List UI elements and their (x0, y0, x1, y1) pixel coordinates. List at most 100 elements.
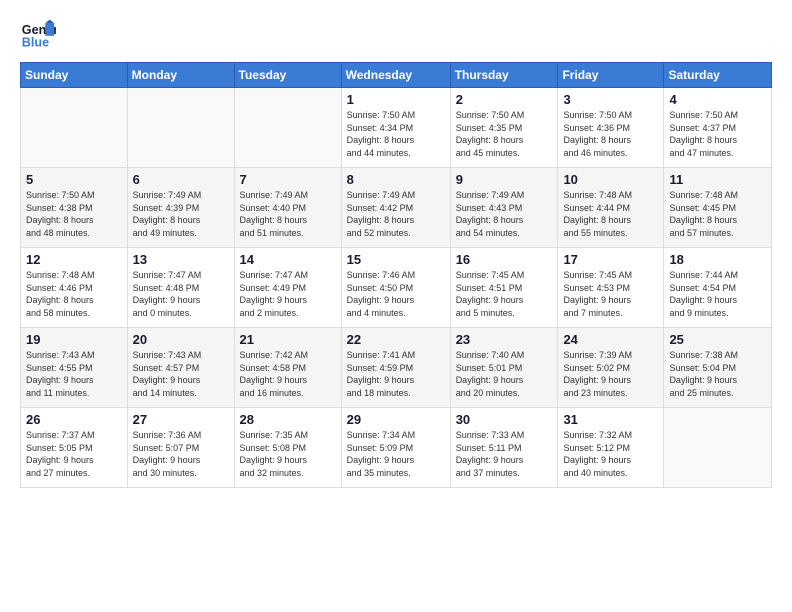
calendar-day-26: 26 Sunrise: 7:37 AM Sunset: 5:05 PM Dayli… (21, 408, 128, 488)
calendar-day-2: 2Sunrise: 7:50 AM Sunset: 4:35 PM Daylig… (450, 88, 558, 168)
day-info: Sunrise: 7:42 AM Sunset: 4:58 PM Dayligh… (240, 349, 336, 399)
day-number: 6 (133, 172, 229, 187)
day-header-saturday: Saturday (664, 63, 772, 88)
calendar-week-2: 5 Sunrise: 7:50 AM Sunset: 4:38 PM Daylig… (21, 168, 772, 248)
day-number: 14 (240, 252, 336, 267)
calendar-day-17: 17 Sunrise: 7:45 AM Sunset: 4:53 PM Dayli… (558, 248, 664, 328)
calendar-week-4: 19 Sunrise: 7:43 AM Sunset: 4:55 PM Dayli… (21, 328, 772, 408)
logo-icon: General Blue (20, 16, 56, 52)
calendar-day-14: 14 Sunrise: 7:47 AM Sunset: 4:49 PM Dayli… (234, 248, 341, 328)
day-info: Sunrise: 7:43 AM Sunset: 4:57 PM Dayligh… (133, 349, 229, 399)
svg-text:Blue: Blue (22, 36, 49, 50)
day-info: Sunrise: 7:41 AM Sunset: 4:59 PM Dayligh… (347, 349, 445, 399)
day-info: Sunrise: 7:48 AM Sunset: 4:45 PM Dayligh… (669, 189, 766, 239)
day-number: 15 (347, 252, 445, 267)
day-info: Sunrise: 7:45 AM Sunset: 4:53 PM Dayligh… (563, 269, 658, 319)
day-header-sunday: Sunday (21, 63, 128, 88)
calendar-week-5: 26 Sunrise: 7:37 AM Sunset: 5:05 PM Dayli… (21, 408, 772, 488)
day-info: Sunrise: 7:47 AM Sunset: 4:48 PM Dayligh… (133, 269, 229, 319)
calendar-day-7: 7Sunrise: 7:49 AM Sunset: 4:40 PM Daylig… (234, 168, 341, 248)
calendar-day-13: 13 Sunrise: 7:47 AM Sunset: 4:48 PM Dayli… (127, 248, 234, 328)
day-number: 10 (563, 172, 658, 187)
calendar-day-empty (664, 408, 772, 488)
day-info: Sunrise: 7:45 AM Sunset: 4:51 PM Dayligh… (456, 269, 553, 319)
day-number: 27 (133, 412, 229, 427)
day-number: 22 (347, 332, 445, 347)
calendar-day-12: 12Sunrise: 7:48 AM Sunset: 4:46 PM Dayli… (21, 248, 128, 328)
calendar-day-11: 11 Sunrise: 7:48 AM Sunset: 4:45 PM Dayli… (664, 168, 772, 248)
calendar-day-23: 23 Sunrise: 7:40 AM Sunset: 5:01 PM Dayli… (450, 328, 558, 408)
day-info: Sunrise: 7:50 AM Sunset: 4:38 PM Dayligh… (26, 189, 122, 239)
day-info: Sunrise: 7:48 AM Sunset: 4:44 PM Dayligh… (563, 189, 658, 239)
calendar-day-20: 20 Sunrise: 7:43 AM Sunset: 4:57 PM Dayli… (127, 328, 234, 408)
day-header-thursday: Thursday (450, 63, 558, 88)
day-number: 20 (133, 332, 229, 347)
day-info: Sunrise: 7:44 AM Sunset: 4:54 PM Dayligh… (669, 269, 766, 319)
calendar-day-16: 16Sunrise: 7:45 AM Sunset: 4:51 PM Dayli… (450, 248, 558, 328)
day-number: 9 (456, 172, 553, 187)
calendar-day-31: 31Sunrise: 7:32 AM Sunset: 5:12 PM Dayli… (558, 408, 664, 488)
day-info: Sunrise: 7:43 AM Sunset: 4:55 PM Dayligh… (26, 349, 122, 399)
day-info: Sunrise: 7:35 AM Sunset: 5:08 PM Dayligh… (240, 429, 336, 479)
calendar-day-29: 29 Sunrise: 7:34 AM Sunset: 5:09 PM Dayli… (341, 408, 450, 488)
day-number: 11 (669, 172, 766, 187)
calendar-day-9: 9 Sunrise: 7:49 AM Sunset: 4:43 PM Daylig… (450, 168, 558, 248)
day-number: 26 (26, 412, 122, 427)
calendar-day-24: 24 Sunrise: 7:39 AM Sunset: 5:02 PM Dayli… (558, 328, 664, 408)
calendar-day-30: 30 Sunrise: 7:33 AM Sunset: 5:11 PM Dayli… (450, 408, 558, 488)
calendar-day-8: 8Sunrise: 7:49 AM Sunset: 4:42 PM Daylig… (341, 168, 450, 248)
day-info: Sunrise: 7:33 AM Sunset: 5:11 PM Dayligh… (456, 429, 553, 479)
day-number: 13 (133, 252, 229, 267)
day-number: 30 (456, 412, 553, 427)
day-header-tuesday: Tuesday (234, 63, 341, 88)
day-number: 21 (240, 332, 336, 347)
calendar-table: SundayMondayTuesdayWednesdayThursdayFrid… (20, 62, 772, 488)
page: General Blue SundayMondayTuesdayWednesda… (0, 0, 792, 612)
day-info: Sunrise: 7:49 AM Sunset: 4:43 PM Dayligh… (456, 189, 553, 239)
day-number: 19 (26, 332, 122, 347)
day-number: 7 (240, 172, 336, 187)
calendar-day-empty (127, 88, 234, 168)
day-number: 1 (347, 92, 445, 107)
day-header-friday: Friday (558, 63, 664, 88)
calendar-header-row: SundayMondayTuesdayWednesdayThursdayFrid… (21, 63, 772, 88)
calendar-day-19: 19 Sunrise: 7:43 AM Sunset: 4:55 PM Dayli… (21, 328, 128, 408)
day-number: 4 (669, 92, 766, 107)
calendar-day-28: 28 Sunrise: 7:35 AM Sunset: 5:08 PM Dayli… (234, 408, 341, 488)
day-number: 8 (347, 172, 445, 187)
day-header-wednesday: Wednesday (341, 63, 450, 88)
day-number: 29 (347, 412, 445, 427)
day-number: 18 (669, 252, 766, 267)
day-info: Sunrise: 7:34 AM Sunset: 5:09 PM Dayligh… (347, 429, 445, 479)
calendar-day-1: 1 Sunrise: 7:50 AM Sunset: 4:34 PM Daylig… (341, 88, 450, 168)
day-header-monday: Monday (127, 63, 234, 88)
calendar-week-3: 12Sunrise: 7:48 AM Sunset: 4:46 PM Dayli… (21, 248, 772, 328)
calendar-day-3: 3Sunrise: 7:50 AM Sunset: 4:36 PM Daylig… (558, 88, 664, 168)
day-info: Sunrise: 7:40 AM Sunset: 5:01 PM Dayligh… (456, 349, 553, 399)
day-info: Sunrise: 7:46 AM Sunset: 4:50 PM Dayligh… (347, 269, 445, 319)
day-number: 17 (563, 252, 658, 267)
calendar-day-empty (21, 88, 128, 168)
day-info: Sunrise: 7:37 AM Sunset: 5:05 PM Dayligh… (26, 429, 122, 479)
day-number: 5 (26, 172, 122, 187)
day-info: Sunrise: 7:50 AM Sunset: 4:34 PM Dayligh… (347, 109, 445, 159)
calendar-week-1: 1 Sunrise: 7:50 AM Sunset: 4:34 PM Daylig… (21, 88, 772, 168)
day-info: Sunrise: 7:38 AM Sunset: 5:04 PM Dayligh… (669, 349, 766, 399)
calendar-day-6: 6 Sunrise: 7:49 AM Sunset: 4:39 PM Daylig… (127, 168, 234, 248)
calendar-day-10: 10 Sunrise: 7:48 AM Sunset: 4:44 PM Dayli… (558, 168, 664, 248)
logo: General Blue (20, 16, 56, 52)
calendar-day-15: 15 Sunrise: 7:46 AM Sunset: 4:50 PM Dayli… (341, 248, 450, 328)
day-info: Sunrise: 7:39 AM Sunset: 5:02 PM Dayligh… (563, 349, 658, 399)
day-number: 24 (563, 332, 658, 347)
day-number: 12 (26, 252, 122, 267)
day-number: 25 (669, 332, 766, 347)
calendar-day-22: 22 Sunrise: 7:41 AM Sunset: 4:59 PM Dayli… (341, 328, 450, 408)
day-number: 23 (456, 332, 553, 347)
day-info: Sunrise: 7:50 AM Sunset: 4:37 PM Dayligh… (669, 109, 766, 159)
calendar-day-empty (234, 88, 341, 168)
day-info: Sunrise: 7:47 AM Sunset: 4:49 PM Dayligh… (240, 269, 336, 319)
day-number: 2 (456, 92, 553, 107)
day-info: Sunrise: 7:49 AM Sunset: 4:39 PM Dayligh… (133, 189, 229, 239)
calendar-day-5: 5 Sunrise: 7:50 AM Sunset: 4:38 PM Daylig… (21, 168, 128, 248)
day-number: 28 (240, 412, 336, 427)
